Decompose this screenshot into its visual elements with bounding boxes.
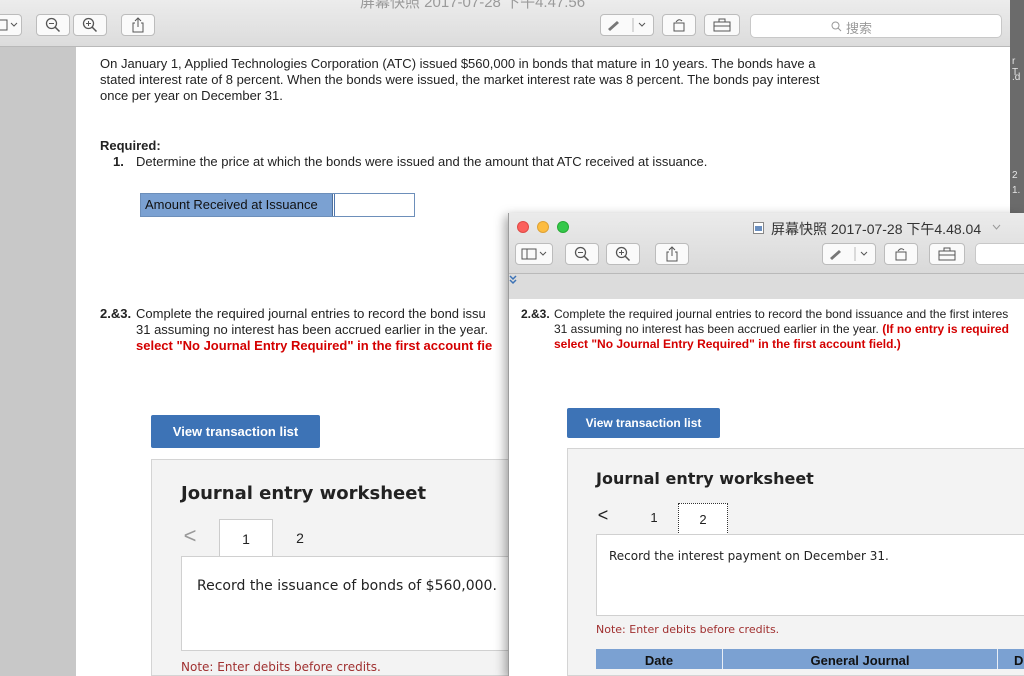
prev-entry-arrow[interactable]: < xyxy=(182,523,198,549)
rotate-icon xyxy=(673,19,685,32)
prev-entry-arrow[interactable]: < xyxy=(596,505,610,526)
entry-note: Note: Enter debits before credits. xyxy=(181,660,381,674)
back-window-title: 屏幕快照 2017-07-28 下午4.47.56 xyxy=(360,0,586,11)
entry-note: Note: Enter debits before credits. xyxy=(596,623,780,636)
entry-description: Record the interest payment on December … xyxy=(609,549,889,563)
entry-description-card: Record the interest payment on December … xyxy=(596,534,1024,616)
entry-tab-2[interactable]: 2 xyxy=(678,503,728,537)
requirement-23-line2: 31 assuming no interest has been accrued… xyxy=(136,322,488,337)
zoom-in-icon xyxy=(615,246,631,262)
entry-description: Record the issuance of bonds of $560,000… xyxy=(197,578,497,594)
worksheet-title: Journal entry worksheet xyxy=(596,469,814,488)
zoom-in-button[interactable] xyxy=(606,243,640,265)
front-window-titlebar: 屏幕快照 2017-07-28 下午4.48.04 xyxy=(509,213,1024,274)
search-icon xyxy=(831,21,842,32)
column-header-general-journal: General Journal xyxy=(723,649,998,669)
markup-button[interactable] xyxy=(822,243,876,265)
amount-received-row: Amount Received at Issuance xyxy=(140,193,415,217)
entry-tab-1[interactable]: 1 xyxy=(219,519,273,557)
requirement-23-line1: Complete the required journal entries to… xyxy=(136,306,486,321)
required-heading: Required: xyxy=(100,138,161,153)
view-transaction-list-button[interactable]: View transaction list xyxy=(567,408,720,438)
entry-tab-2[interactable]: 2 xyxy=(283,519,317,557)
sidebar-toggle-button[interactable] xyxy=(0,14,22,36)
requirement-23-line1: Complete the required journal entries to… xyxy=(554,307,1009,321)
share-button[interactable] xyxy=(655,243,689,265)
rotate-button[interactable] xyxy=(884,243,918,265)
column-header-date: Date xyxy=(596,649,723,669)
sidebar-icon xyxy=(0,19,18,31)
zoom-in-button[interactable] xyxy=(73,14,107,36)
chevron-down-icon[interactable] xyxy=(992,224,1001,230)
scroll-marker-icon xyxy=(509,275,517,285)
edge-text: 2 xyxy=(1012,170,1018,181)
requirement-1-text: Determine the price at which the bonds w… xyxy=(136,154,708,169)
zoom-out-icon xyxy=(574,246,590,262)
zoom-out-button[interactable] xyxy=(36,14,70,36)
zoom-window-button[interactable] xyxy=(557,221,569,233)
front-window: 屏幕快照 2017-07-28 下午4.48.04 2.&3. Complete… xyxy=(508,213,1024,676)
sidebar-icon xyxy=(521,248,547,260)
zoom-in-icon xyxy=(82,17,98,33)
requirement-23-line2-text: 31 assuming no interest has been accrued… xyxy=(554,322,879,336)
requirement-1-number: 1. xyxy=(113,154,124,169)
requirement-23-instruction: select "No Journal Entry Required" in th… xyxy=(136,338,493,353)
journal-table-header: Date General Journal D xyxy=(596,649,1024,669)
toolbox-icon xyxy=(713,18,731,32)
front-window-title: 屏幕快照 2017-07-28 下午4.48.04 xyxy=(771,221,982,237)
requirement-23-instruction: select "No Journal Entry Required" in th… xyxy=(554,337,901,351)
close-window-button[interactable] xyxy=(517,221,529,233)
amount-received-input[interactable] xyxy=(334,194,414,216)
journal-entry-worksheet: Journal entry worksheet < 1 2 Record the… xyxy=(151,459,512,676)
entry-tab-1[interactable]: 1 xyxy=(644,507,664,529)
toolbox-button[interactable] xyxy=(704,14,740,36)
requirement-23-line2: 31 assuming no interest has been accrued… xyxy=(554,322,1009,337)
edge-text: .d xyxy=(1012,72,1021,83)
problem-intro: On January 1, Applied Technologies Corpo… xyxy=(100,56,820,103)
page-gap xyxy=(509,274,1024,299)
markup-button[interactable] xyxy=(600,14,654,36)
search-placeholder: 搜索 xyxy=(846,21,873,36)
requirement-23-number: 2.&3. xyxy=(100,306,132,321)
entry-description-card: Record the issuance of bonds of $560,000… xyxy=(181,556,512,651)
journal-entry-worksheet: Journal entry worksheet < 1 2 Record the… xyxy=(567,448,1024,676)
sidebar-toggle-button[interactable] xyxy=(515,243,553,265)
share-button[interactable] xyxy=(121,14,155,36)
column-header-debit: D xyxy=(998,649,1024,669)
zoom-out-icon xyxy=(45,17,61,33)
view-transaction-list-button[interactable]: View transaction list xyxy=(151,415,320,448)
share-icon xyxy=(132,17,144,33)
amount-received-label: Amount Received at Issuance xyxy=(141,194,333,216)
zoom-out-button[interactable] xyxy=(565,243,599,265)
rotate-icon xyxy=(895,248,907,261)
back-window-toolbar: 屏幕快照 2017-07-28 下午4.47.56 搜索 xyxy=(0,0,1010,47)
toolbox-icon xyxy=(938,247,956,261)
worksheet-title: Journal entry worksheet xyxy=(181,483,427,504)
doc-icon xyxy=(753,222,764,234)
requirement-23-line2-instruction: (If no entry is required xyxy=(882,322,1009,336)
search-input[interactable] xyxy=(975,243,1024,265)
rotate-button[interactable] xyxy=(662,14,696,36)
requirement-23-number: 2.&3. xyxy=(521,307,550,321)
toolbox-button[interactable] xyxy=(929,243,965,265)
search-input[interactable]: 搜索 xyxy=(750,14,1002,38)
minimize-window-button[interactable] xyxy=(537,221,549,233)
markup-pen-icon xyxy=(830,247,868,261)
markup-pen-icon xyxy=(608,18,646,32)
share-icon xyxy=(666,246,678,262)
edge-text: 1. xyxy=(1012,185,1021,196)
